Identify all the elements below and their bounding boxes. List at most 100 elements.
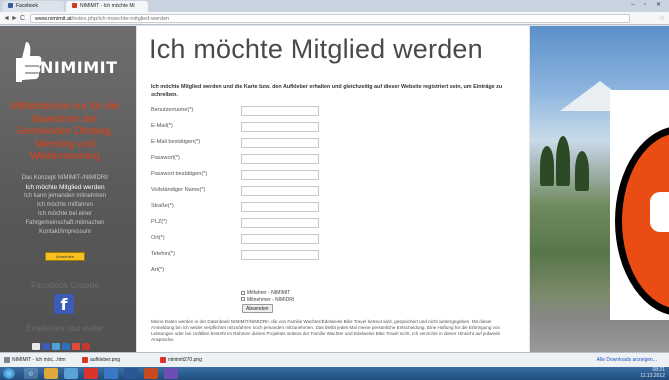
- form-row-username: Benutzername(*): [151, 106, 521, 116]
- tree: [575, 151, 589, 191]
- download-label: nimimit270.png: [168, 357, 202, 363]
- download-item[interactable]: aufkleber.png: [82, 356, 120, 365]
- sticker-thumb-icon: [650, 192, 669, 232]
- back-button[interactable]: ◄: [3, 14, 10, 23]
- ort-field[interactable]: [241, 234, 319, 244]
- ort-label: Ort(*): [151, 235, 165, 241]
- street-label: Straße(*): [151, 203, 174, 209]
- password-confirm-field[interactable]: [241, 170, 319, 180]
- form-row-art: Art(*): [151, 266, 521, 276]
- google-share-icon[interactable]: [72, 343, 80, 350]
- tab-label: Facebook: [16, 3, 38, 9]
- address-bar: ◄ ► C www.nimimit.at/index.php/ich-moech…: [0, 12, 669, 25]
- share-title: Empfehlen und weiter: [26, 324, 104, 333]
- form-row-telefon: Telefon(*): [151, 250, 521, 260]
- nav-item-konzept[interactable]: Das Konzept NIMIMIT-/NIMIDRI!: [6, 174, 124, 183]
- reload-button[interactable]: C: [20, 14, 25, 23]
- page-title: Ich möchte Mitglied werden: [149, 34, 483, 64]
- telefon-field[interactable]: [241, 250, 319, 260]
- tab-facebook[interactable]: Facebook: [2, 1, 64, 12]
- url-input[interactable]: www.nimimit.at/index.php/ich-moechte-mit…: [30, 14, 630, 23]
- show-all-downloads-link[interactable]: Alle Downloads anzeigen...: [597, 356, 657, 365]
- tab-nimimit[interactable]: NIMIMIT - Ich möchte Mi: [66, 1, 148, 12]
- email-field[interactable]: [241, 122, 319, 132]
- art-option-label: Mitnehmer - NIMIDRI: [247, 296, 295, 303]
- media-player-icon[interactable]: [64, 368, 78, 379]
- plz-field[interactable]: [241, 218, 319, 228]
- nav-item-mitnehmen[interactable]: Ich kann jemanden mitnehmen: [6, 192, 124, 201]
- file-icon: [4, 356, 10, 363]
- forward-button[interactable]: ►: [11, 14, 18, 23]
- ie-icon[interactable]: e: [24, 368, 38, 379]
- app-icon[interactable]: [164, 368, 178, 379]
- chrome-icon[interactable]: [84, 368, 98, 379]
- submit-button[interactable]: Absenden: [242, 304, 273, 313]
- url-path: /index.php/ich-moechte-mitglied-werden: [71, 16, 170, 22]
- explorer-folder-icon[interactable]: [44, 368, 58, 379]
- password-field[interactable]: [241, 154, 319, 164]
- form-row-password: Passwort(*): [151, 154, 521, 164]
- linkedin-share-icon[interactable]: [62, 343, 70, 350]
- facebook-group-title: Facebook Gruppe: [30, 280, 100, 290]
- nimimit-favicon-icon: [72, 3, 77, 9]
- art-option-mitnehmer[interactable]: Mitnehmer - NIMIDRI: [241, 297, 294, 304]
- form-row-ort: Ort(*): [151, 234, 521, 244]
- thumbs-up-icon: [16, 42, 42, 82]
- art-label: Art(*): [151, 267, 165, 273]
- sidebar-nav: Das Konzept NIMIMIT-/NIMIDRI! Ich möchte…: [6, 174, 124, 237]
- facebook-icon[interactable]: f: [54, 294, 74, 314]
- username-field[interactable]: [241, 106, 319, 116]
- art-option-label: Mitfahrer - NIMIMIT: [247, 290, 291, 296]
- fullname-field[interactable]: [241, 186, 319, 196]
- tree: [556, 136, 570, 186]
- plz-label: PLZ(*): [151, 219, 168, 225]
- nav-item-mitfahren[interactable]: Ich möchte mitfahren: [6, 201, 124, 210]
- street-field[interactable]: [241, 202, 319, 212]
- word-icon[interactable]: [124, 368, 138, 379]
- powerpoint-icon[interactable]: [144, 368, 158, 379]
- checkbox-mitfahrer[interactable]: [241, 290, 245, 295]
- bookmark-star-icon[interactable]: ☆: [659, 14, 665, 22]
- password-label: Passwort(*): [151, 155, 180, 161]
- download-item[interactable]: NIMIMIT - Ich möc...htm: [4, 356, 66, 365]
- form-row-fullname: Vollständiger Name(*): [151, 186, 521, 196]
- app-icon[interactable]: [104, 368, 118, 379]
- email-confirm-field[interactable]: [241, 138, 319, 148]
- download-item[interactable]: nimimit270.png: [160, 356, 202, 365]
- password-confirm-label: Passwort bestätigen(*): [151, 171, 208, 177]
- tree: [540, 146, 554, 186]
- disclaimer-text: Meine Daten werden in der Datenbank NIMI…: [151, 319, 501, 343]
- telefon-label: Telefon(*): [151, 251, 175, 257]
- nav-item-mitglied-werden[interactable]: Ich möchte Mitglied werden: [6, 183, 124, 192]
- clock-date: 11.12.2012: [640, 373, 665, 379]
- window-controls[interactable]: – ▫ ✕: [631, 1, 665, 8]
- nav-item-fahrgemeinschaft-line1[interactable]: Ich möchte bei einer: [6, 210, 124, 219]
- site-logo[interactable]: NIMIMIT: [10, 40, 120, 92]
- nav-item-kontakt[interactable]: Kontakt/Impressum: [6, 228, 124, 237]
- image-file-icon: [82, 356, 88, 363]
- logo-text: NIMIMIT: [40, 58, 118, 77]
- form-row-email: E-Mail(*): [151, 122, 521, 132]
- system-tray-clock[interactable]: 08:21 11.12.2012: [640, 367, 665, 379]
- form-row-street: Straße(*): [151, 202, 521, 212]
- main-content: Ich möchte Mitglied werden Ich möchte Mi…: [137, 26, 529, 352]
- anmelden-button[interactable]: Anmelden: [45, 252, 85, 261]
- download-label: aufkleber.png: [90, 357, 121, 363]
- facebook-share-icon[interactable]: [42, 343, 50, 350]
- checkbox-mitnehmer[interactable]: [241, 297, 245, 302]
- form-row-password-confirm: Passwort bestätigen(*): [151, 170, 521, 180]
- email-share-icon[interactable]: [82, 343, 90, 350]
- taskbar: e 08:21 11.12.2012: [0, 367, 669, 380]
- sidebar-tagline: Mitfahrbörse nur für die Bewohner der Ge…: [10, 100, 120, 162]
- browser-tab-bar: Facebook NIMIMIT - Ich möchte Mi – ▫ ✕: [0, 0, 669, 12]
- start-button-icon[interactable]: [3, 368, 15, 379]
- twitter-share-icon[interactable]: [52, 343, 60, 350]
- download-label: NIMIMIT - Ich möc...htm: [12, 357, 66, 363]
- fullname-label: Vollständiger Name(*): [151, 187, 206, 193]
- share-icon[interactable]: [32, 343, 40, 350]
- form-row-email-confirm: E-Mail bestätigen(*): [151, 138, 521, 148]
- nav-item-fahrgemeinschaft-line2[interactable]: Fahrgemeinschaft mitmachen: [6, 219, 124, 228]
- social-share-icons: [32, 337, 102, 350]
- tab-label: NIMIMIT - Ich möchte Mi: [80, 3, 135, 9]
- page-viewport: NIMIMIT Mitfahrbörse nur für die Bewohne…: [0, 26, 669, 352]
